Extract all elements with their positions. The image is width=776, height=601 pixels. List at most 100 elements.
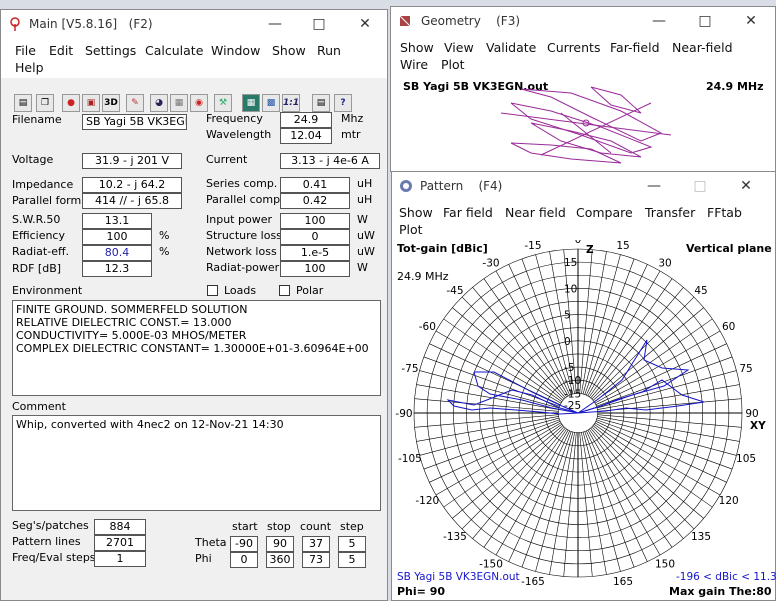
angle-label: 120 [719,495,739,507]
copy-icon[interactable]: ❐ [36,94,54,112]
bulb-icon[interactable]: ● [62,94,80,112]
menu-help[interactable]: Help [15,60,44,75]
angle-label: -105 [398,453,422,465]
grid-icon[interactable]: ▦ [170,94,188,112]
angle-label: -30 [482,257,499,269]
phi-start-field[interactable]: 0 [230,552,258,568]
loads-checkbox[interactable] [207,285,218,296]
angle-label: -60 [419,321,436,333]
environment-line: COMPLEX DIELECTRIC CONSTANT= 1.30000E+01… [16,342,369,355]
menu-edit[interactable]: Edit [49,43,73,58]
menu-window[interactable]: Window [211,43,260,58]
theta-count-field[interactable]: 37 [302,536,330,552]
grid-spoke [416,416,559,442]
phi-label: Phi [195,552,212,565]
geometry-titlebar[interactable]: Geometry (F3) — □ ✕ [391,7,775,35]
menu-show[interactable]: Show [399,205,433,220]
parallel-comp-label: Parallel comp. [206,193,284,206]
pattern-titlebar[interactable]: Pattern (F4) — □ ✕ [392,172,775,200]
maximize-icon[interactable]: □ [695,11,715,31]
angle-label: 165 [613,576,633,588]
help-icon[interactable]: ? [334,94,352,112]
minimize-icon[interactable]: — [649,11,669,31]
phi-step-field[interactable]: 5 [338,552,366,568]
phi-value: Phi= 90 [397,585,446,598]
menu-transfer[interactable]: Transfer [645,205,695,220]
menu-plot[interactable]: Plot [441,57,465,72]
maximize-icon[interactable]: □ [309,14,329,34]
menu-view[interactable]: View [444,40,474,55]
grid-spoke [521,258,572,395]
calc-icon[interactable]: ▦ [242,94,260,112]
close-icon[interactable]: ✕ [741,11,761,31]
comment-textarea[interactable]: Whip, converted with 4nec2 on 12-Nov-21 … [12,415,381,511]
edit-icon[interactable]: ✎ [126,94,144,112]
filename-field[interactable]: SB Yagi 5B VK3EGN [82,114,187,130]
grid-spoke [443,318,563,402]
environment-textarea[interactable]: FINITE GROUND. SOMMERFELD SOLUTION RELAT… [12,300,381,396]
minimize-icon[interactable]: — [265,14,285,34]
main-titlebar[interactable]: Main [V5.8.16] (F2) — □ ✕ [1,10,387,38]
menu-file[interactable]: File [15,43,36,58]
tools-icon[interactable]: ⚒ [214,94,232,112]
ratio-icon[interactable]: 1:1 [282,94,300,112]
menu-show[interactable]: Show [400,40,434,55]
network-loss-unit: uW [357,245,375,258]
rdf-label: RDF [dB] [12,262,62,275]
menu-near-field[interactable]: Near field [505,205,566,220]
menu-settings[interactable]: Settings [85,43,136,58]
polar-checkbox[interactable] [279,285,290,296]
menu-near-field[interactable]: Near-field [672,40,733,55]
geometry-title: Geometry [421,14,481,28]
menu-far-field[interactable]: Far field [443,205,493,220]
angle-label: 30 [658,257,671,269]
series-comp-unit: uH [357,177,373,190]
theta-stop-field[interactable]: 90 [266,536,294,552]
menu-validate[interactable]: Validate [486,40,536,55]
angle-label: -120 [415,495,439,507]
3d-icon[interactable]: 3D [102,94,120,112]
angle-label: 105 [736,453,756,465]
menu-calculate[interactable]: Calculate [145,43,203,58]
freq-eval-field[interactable]: 1 [94,551,146,567]
grid-spoke [435,330,562,404]
open-icon[interactable]: ▤ [14,94,32,112]
parallel-form-label: Parallel form [12,194,82,207]
radiat-power-unit: W [357,261,368,274]
chart-icon[interactable]: ▩ [262,94,280,112]
menu-far-field[interactable]: Far-field [610,40,660,55]
menu-plot[interactable]: Plot [399,222,423,237]
grid-spoke [472,287,566,399]
frequency-field[interactable]: 24.9 [280,112,332,128]
phi-stop-field[interactable]: 360 [266,552,294,568]
menu-run[interactable]: Run [317,43,341,58]
pattern-lines-field[interactable]: 2701 [94,535,146,551]
menu-show[interactable]: Show [272,43,306,58]
close-icon[interactable]: ✕ [736,176,756,196]
menu-wire[interactable]: Wire [400,57,428,72]
close-icon[interactable]: ✕ [355,14,375,34]
theta-start-field[interactable]: -90 [230,536,258,552]
radial-db-label: -5 [564,362,574,374]
grid-spoke [461,426,565,530]
phi-count-field[interactable]: 73 [302,552,330,568]
menu-currents[interactable]: Currents [547,40,600,55]
menu-fftab[interactable]: FFtab [707,205,742,220]
polar-plot[interactable]: 0 153045607590105120135150165-15-30-45-60… [392,240,775,600]
grid-spoke [435,422,562,496]
parallel-comp-field: 0.42 [280,193,350,209]
segs-field: 884 [94,519,146,535]
theta-step-field[interactable]: 5 [338,536,366,552]
rdf-field: 12.3 [82,261,152,277]
maximize-icon[interactable]: □ [690,176,710,196]
grid-spoke [591,426,695,530]
minimize-icon[interactable]: — [644,176,664,196]
target-icon[interactable]: ◉ [190,94,208,112]
cube-icon[interactable]: ▣ [82,94,100,112]
book-icon[interactable]: ▤ [312,94,330,112]
grid-spoke [414,414,559,428]
menu-compare[interactable]: Compare [576,205,633,220]
antenna-geometry-drawing[interactable] [491,83,681,167]
globe-icon[interactable]: ◕ [150,94,168,112]
geometry-hotkey: (F3) [496,14,521,28]
